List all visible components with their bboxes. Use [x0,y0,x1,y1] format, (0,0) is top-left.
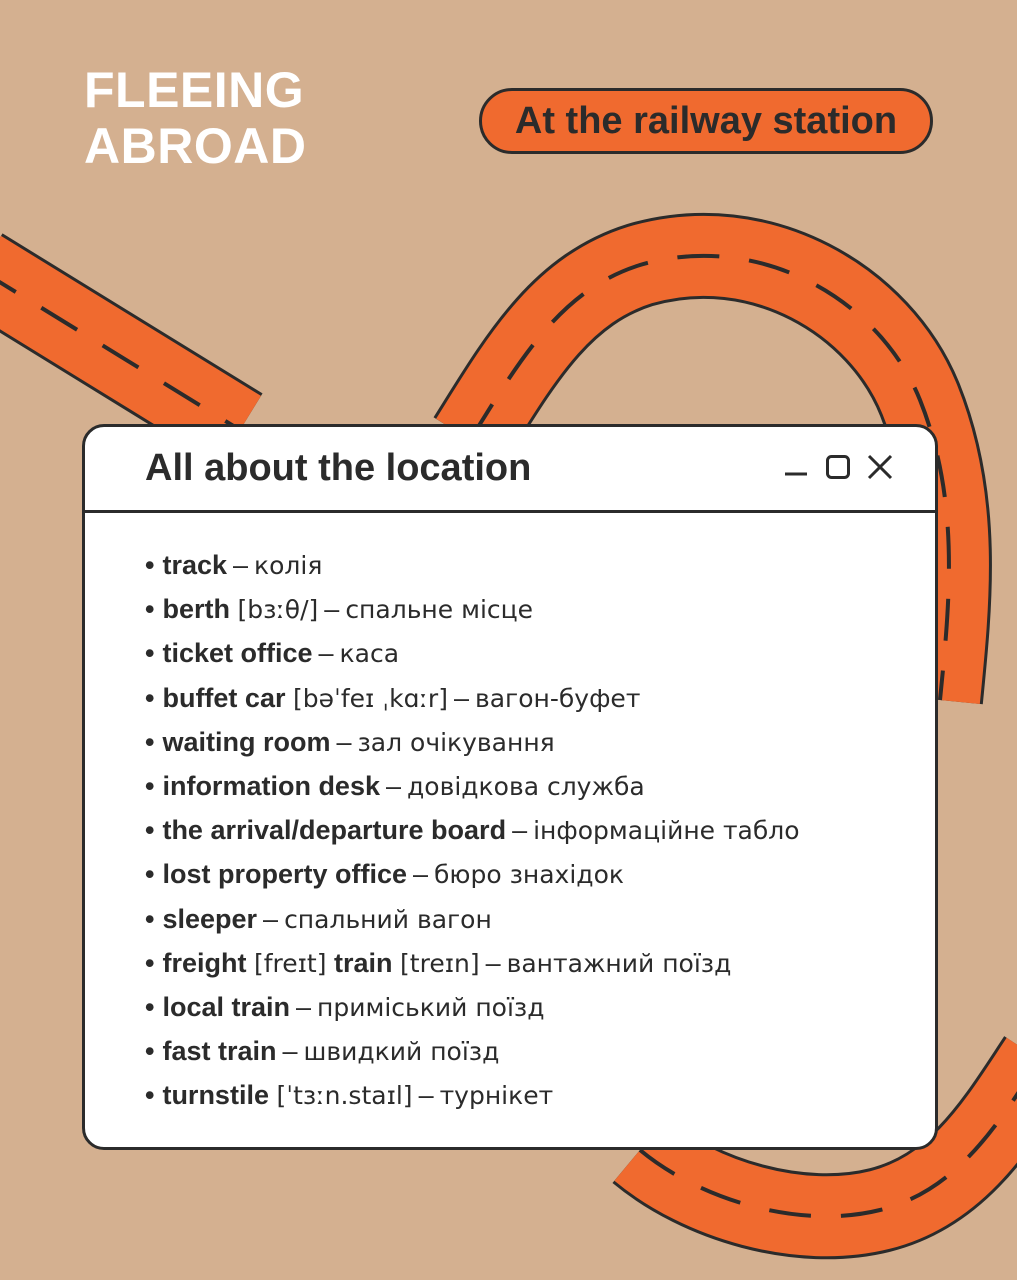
close-icon[interactable] [865,452,895,482]
list-item: • berth [bɜːθ/] – спальне місце [145,594,534,625]
maximize-icon[interactable] [823,452,853,482]
brand-line-2: ABROAD [84,118,307,174]
brand-logo: FLEEING ABROAD [84,62,306,174]
list-item: • lost property office – бюро знахідок [145,859,624,890]
list-item: • ticket office – каса [145,638,400,669]
list-item: • freight [freɪt] train [treɪn] – вантажний… [145,947,732,978]
brand-line-1: FLEEING [84,62,305,118]
vocabulary-window: All about the location • track – колія • ber… [82,424,938,1150]
list-item: • information desk – довідкова служба [145,770,645,801]
list-item: • local train – приміський поїзд [145,991,545,1022]
list-item: • track – колія [145,550,323,580]
window-titlebar: All about the location [85,427,935,513]
list-item: • sleeper – спальний вагон [145,903,492,934]
window-title: All about the location [145,447,532,489]
list-item: • fast train – швидкий поїзд [145,1036,500,1067]
topic-badge: At the railway station [479,88,933,154]
vocabulary-list: • track – колія • berth [bɜːθ/] – спальне місц… [145,543,800,1117]
list-item: • waiting room – зал очікування [145,726,555,757]
list-item: • turnstile [ˈtɜːn.staɪl] – турнікет [145,1080,554,1111]
minimize-icon[interactable] [781,452,811,482]
list-item: • the arrival/departure board – інформаційн… [145,815,800,846]
window-controls [781,452,895,482]
list-item: • buffet car [bəˈfeɪ ˌkɑːr] – вагон-буфет [145,682,641,713]
